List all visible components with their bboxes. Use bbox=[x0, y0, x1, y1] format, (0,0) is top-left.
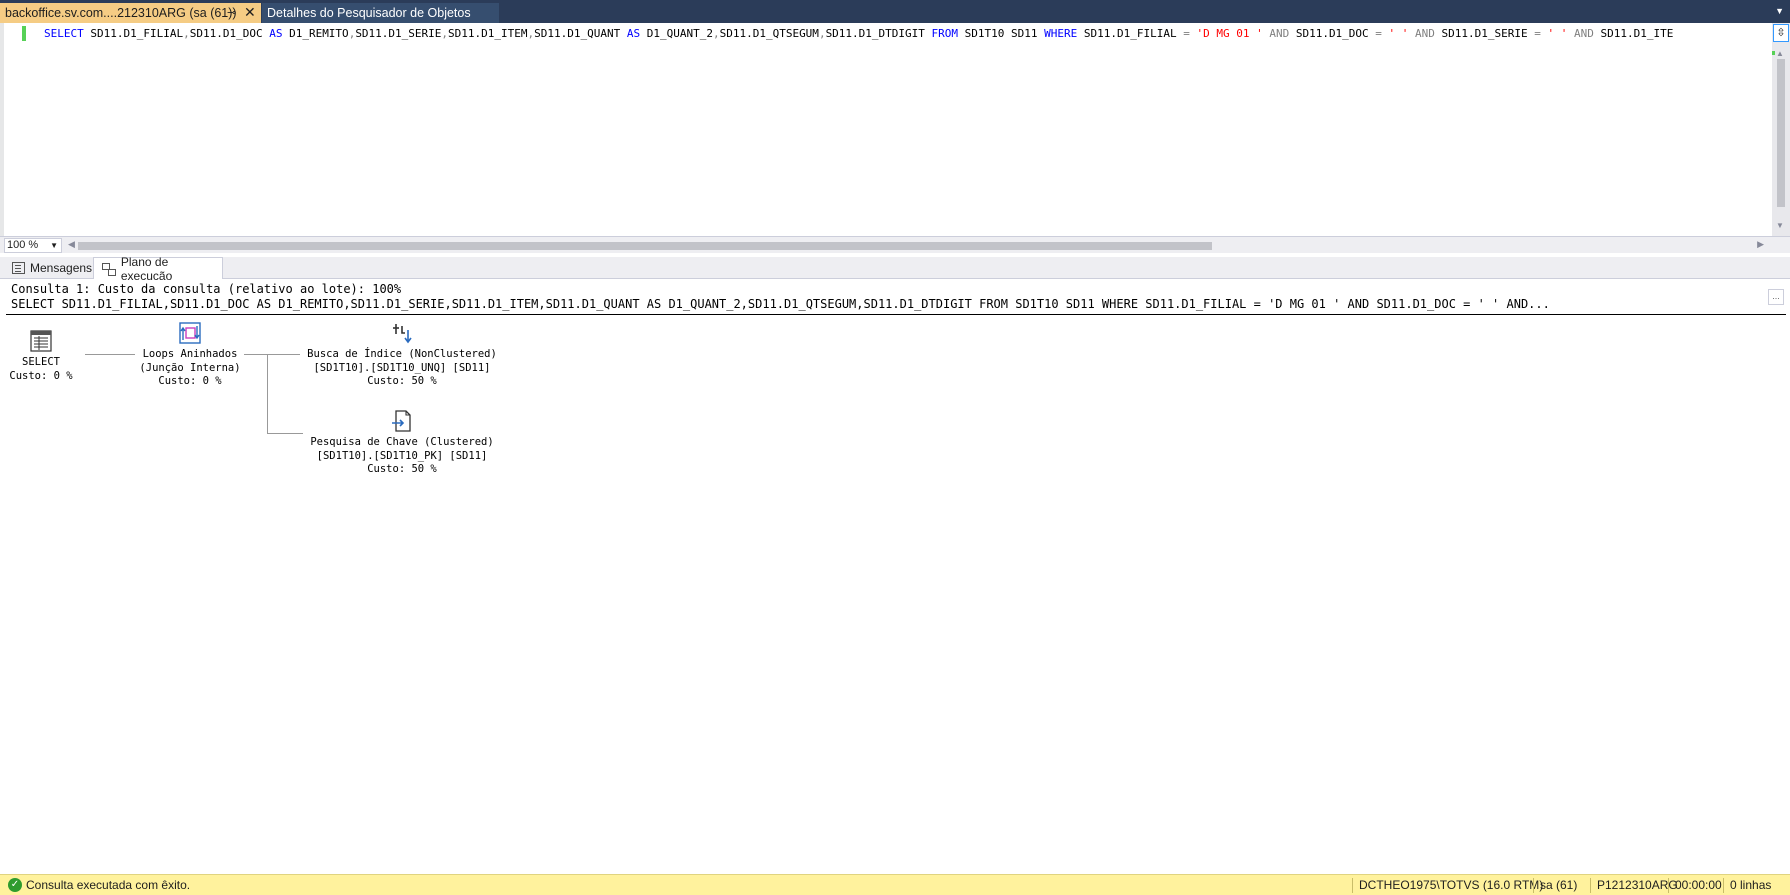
pin-icon[interactable]: ⊸ bbox=[227, 6, 236, 19]
status-elapsed-time: 00:00:00 bbox=[1668, 878, 1728, 893]
sql-token: SD11.D1_QUANT bbox=[534, 27, 627, 40]
plan-node-key-lookup-cost: Custo: 50 % bbox=[367, 463, 437, 475]
results-tab-bar: Mensagens Plano de execução bbox=[0, 255, 1790, 283]
sql-token: SD11.D1_ITE bbox=[1593, 27, 1674, 40]
plan-node-nested-loops-subtitle: (Junção Interna) bbox=[139, 361, 241, 374]
scroll-left-icon[interactable]: ◀ bbox=[68, 239, 75, 250]
scroll-right-icon[interactable]: ▶ bbox=[1757, 239, 1764, 250]
table-icon bbox=[28, 328, 54, 354]
plan-node-key-lookup-subtitle: [SD1T10].[SD1T10_PK] [SD11] bbox=[316, 449, 488, 462]
plan-query-text: SELECT SD11.D1_FILIAL,SD11.D1_DOC AS D1_… bbox=[11, 297, 1550, 311]
plan-node-nested-loops-title: Loops Aninhados bbox=[142, 348, 238, 360]
sql-token: AS bbox=[626, 27, 641, 40]
sql-token: D1_QUANT_2 bbox=[640, 27, 713, 40]
plan-node-index-seek-cost: Custo: 50 % bbox=[367, 375, 437, 387]
sql-code-line[interactable]: SELECT SD11.D1_FILIAL,SD11.D1_DOC AS D1_… bbox=[44, 26, 1769, 41]
status-message: Consulta executada com êxito. bbox=[26, 878, 191, 892]
sql-token: FROM bbox=[931, 27, 959, 40]
change-tracking-margin bbox=[22, 26, 26, 41]
plan-node-nested-loops-cost: Custo: 0 % bbox=[158, 375, 222, 387]
sql-token: , bbox=[712, 27, 720, 40]
status-server: DCTHEO1975\TOTVS (16.0 RTM) bbox=[1352, 878, 1549, 893]
plan-header-divider bbox=[6, 314, 1786, 315]
plan-node-index-seek-subtitle: [SD1T10].[SD1T10_UNQ] [SD11] bbox=[313, 361, 491, 374]
tab-list-dropdown-icon[interactable]: ▼ bbox=[1775, 6, 1784, 16]
sql-token: AS bbox=[269, 27, 283, 40]
status-bar: ✓ Consulta executada com êxito. DCTHEO19… bbox=[0, 874, 1790, 895]
plan-node-key-lookup-title: Pesquisa de Chave (Clustered) bbox=[310, 436, 494, 448]
document-tab-bar: backoffice.sv.com....212310ARG (sa (61))… bbox=[0, 0, 1790, 23]
tab-messages[interactable]: Mensagens bbox=[4, 257, 94, 279]
plan-node-nested-loops[interactable]: Loops Aninhados (Junção Interna) Custo: … bbox=[128, 320, 252, 389]
plan-node-select-title: SELECT bbox=[22, 356, 60, 368]
horizontal-scroll-thumb[interactable] bbox=[78, 242, 1212, 250]
tab-query-editor[interactable]: backoffice.sv.com....212310ARG (sa (61))… bbox=[0, 3, 261, 23]
sql-token: AND bbox=[1408, 27, 1435, 40]
sql-token: SELECT bbox=[44, 27, 84, 40]
sql-token: 'D MG 01 ' bbox=[1189, 27, 1263, 40]
sql-token: D1_REMITO bbox=[282, 27, 349, 40]
scroll-down-icon[interactable]: ▼ bbox=[1776, 221, 1784, 230]
key-lookup-icon bbox=[389, 408, 415, 434]
vertical-scroll-thumb[interactable] bbox=[1777, 59, 1785, 207]
zoom-value: 100 % bbox=[7, 239, 39, 251]
tab-object-explorer-details-label: Detalhes do Pesquisador de Objetos bbox=[267, 6, 471, 20]
plan-query-cost: Consulta 1: Custo da consulta (relativo … bbox=[11, 282, 402, 296]
sql-token: SD11.D1_SERIE bbox=[355, 27, 442, 40]
tab-query-editor-label: backoffice.sv.com....212310ARG (sa (61)) bbox=[5, 6, 237, 20]
checkmark-icon: ✓ bbox=[8, 878, 22, 892]
editor-vertical-scrollbar[interactable]: ⇳ ▲ ▼ bbox=[1772, 23, 1790, 236]
sql-token: = bbox=[1375, 27, 1382, 40]
close-icon[interactable]: ✕ bbox=[244, 4, 256, 21]
index-seek-icon bbox=[389, 320, 415, 346]
sql-token: SD11.D1_ITEM bbox=[448, 27, 528, 40]
tab-messages-label: Mensagens bbox=[30, 261, 93, 275]
tab-execution-plan[interactable]: Plano de execução bbox=[93, 255, 223, 283]
sql-token: SD11.D1_SERIE bbox=[1434, 27, 1535, 40]
sql-token: SD11.D1_DOC bbox=[189, 27, 270, 40]
sql-token: , bbox=[183, 27, 190, 40]
nested-loops-icon bbox=[177, 320, 203, 346]
sql-token: SD1T10 SD11 bbox=[958, 27, 1045, 40]
sql-token: ' ' bbox=[1381, 27, 1409, 40]
plan-node-index-seek-title: Busca de Índice (NonClustered) bbox=[307, 348, 497, 360]
sql-token: SD11.D1_FILIAL bbox=[1077, 27, 1184, 40]
query-editor[interactable]: SELECT SD11.D1_FILIAL,SD11.D1_DOC AS D1_… bbox=[0, 23, 1790, 236]
sql-token: = bbox=[1534, 27, 1541, 40]
sql-token: SD11.D1_FILIAL bbox=[83, 27, 184, 40]
sql-token: SD11.D1_DOC bbox=[1289, 27, 1376, 40]
sql-token: SD11.D1_DTDIGIT bbox=[825, 27, 932, 40]
plan-node-key-lookup[interactable]: Pesquisa de Chave (Clustered) [SD1T10].[… bbox=[292, 408, 512, 477]
ssms-window: backoffice.sv.com....212310ARG (sa (61))… bbox=[0, 0, 1790, 895]
plan-node-select[interactable]: SELECT Custo: 0 % bbox=[8, 328, 74, 383]
connector-loops-lookup-vertical bbox=[267, 354, 268, 433]
sql-token: AND bbox=[1262, 27, 1290, 40]
sql-token: SD11.D1_QTSEGUM bbox=[719, 27, 819, 40]
status-user: sa (61) bbox=[1533, 878, 1583, 893]
sql-token: ' ' bbox=[1540, 27, 1568, 40]
scroll-change-marker bbox=[1772, 51, 1775, 55]
editor-horizontal-bar: 100 % ▼ ◀ ▶ bbox=[0, 236, 1790, 253]
plan-node-index-seek[interactable]: Busca de Índice (NonClustered) [SD1T10].… bbox=[292, 320, 512, 389]
sql-token: AND bbox=[1567, 27, 1594, 40]
plan-node-select-cost: Custo: 0 % bbox=[9, 369, 73, 382]
sql-token: WHERE bbox=[1044, 27, 1078, 40]
tab-execution-plan-label: Plano de execução bbox=[120, 254, 173, 283]
execution-plan-icon bbox=[102, 262, 116, 276]
sql-token: , bbox=[818, 27, 826, 40]
messages-icon bbox=[12, 262, 25, 274]
split-editor-icon[interactable]: ⇳ bbox=[1773, 24, 1789, 42]
plan-query-header: Consulta 1: Custo da consulta (relativo … bbox=[11, 282, 1771, 312]
zoom-select[interactable]: 100 % ▼ bbox=[4, 238, 62, 253]
more-options-button[interactable]: ... bbox=[1768, 289, 1784, 305]
tab-object-explorer-details[interactable]: Detalhes do Pesquisador de Objetos bbox=[262, 3, 499, 23]
status-row-count: 0 linhas bbox=[1723, 878, 1777, 893]
execution-plan-pane[interactable]: Consulta 1: Custo da consulta (relativo … bbox=[6, 280, 1786, 872]
scroll-up-icon[interactable]: ▲ bbox=[1776, 49, 1784, 58]
chevron-down-icon: ▼ bbox=[50, 241, 58, 250]
sql-token: = bbox=[1183, 27, 1190, 40]
